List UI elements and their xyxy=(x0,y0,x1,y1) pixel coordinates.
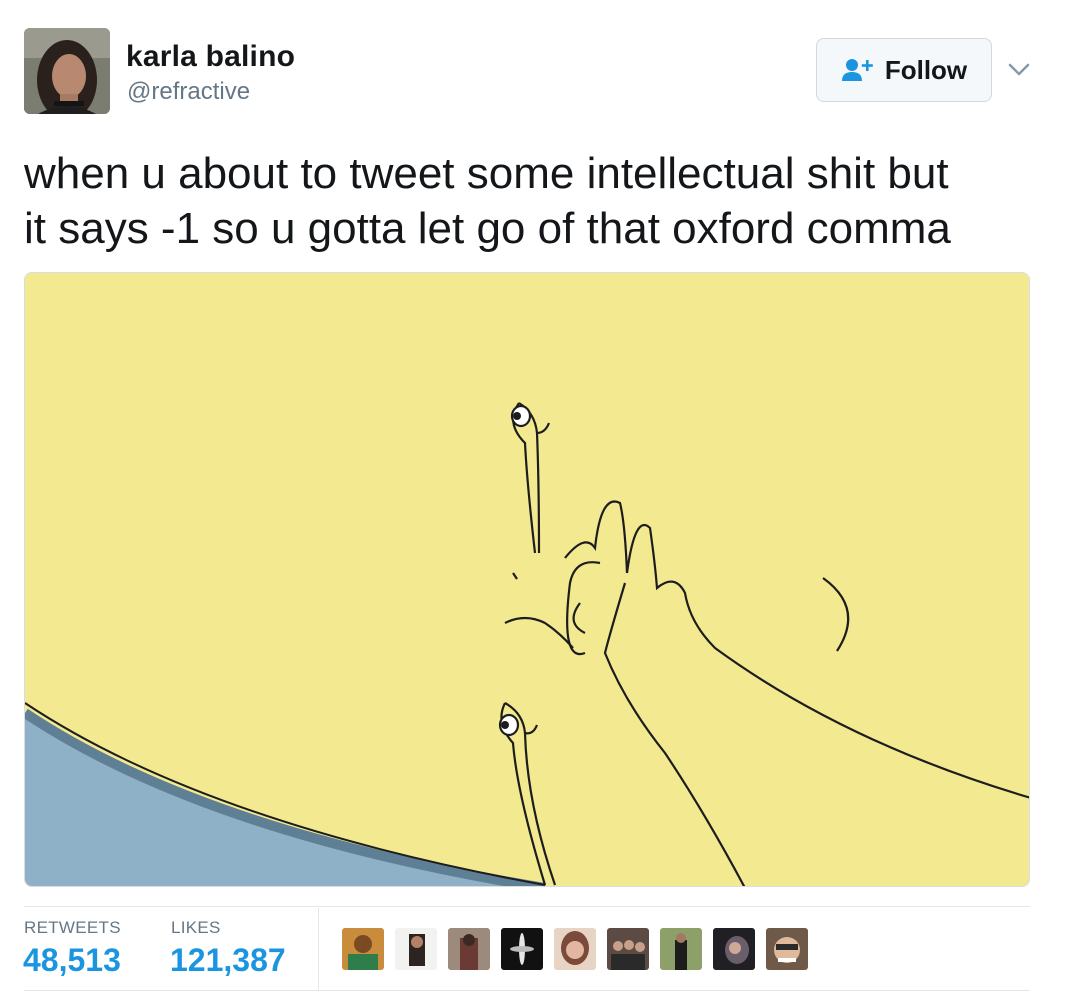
liker-avatar[interactable] xyxy=(342,928,384,970)
likers-avatar-list xyxy=(342,928,808,970)
liker-avatar[interactable] xyxy=(660,928,702,970)
likes-count[interactable]: 121,387 xyxy=(170,942,286,979)
liker-avatar-9-icon xyxy=(766,928,808,970)
follow-user-plus-icon xyxy=(841,59,873,81)
author-avatar-image xyxy=(24,28,110,114)
liker-avatar[interactable] xyxy=(448,928,490,970)
liker-avatar-6-icon xyxy=(607,928,649,970)
author-handle[interactable]: @refractive xyxy=(127,78,250,106)
likes-label: LIKES xyxy=(171,918,221,937)
liker-avatar[interactable] xyxy=(554,928,596,970)
tweet-text-line: when u about to tweet some intellectual … xyxy=(24,149,949,198)
liker-avatar[interactable] xyxy=(395,928,437,970)
liker-avatar-3-icon xyxy=(448,928,490,970)
tweet-text-line: it says -1 so u gotta let go of that oxf… xyxy=(24,204,951,253)
retweets-count[interactable]: 48,513 xyxy=(23,942,121,979)
author-name[interactable]: karla balino xyxy=(126,40,295,74)
stats-top-divider xyxy=(24,906,1030,907)
liker-avatar[interactable] xyxy=(766,928,808,970)
liker-avatar-4-icon xyxy=(501,928,543,970)
cartoon-illustration xyxy=(25,273,1029,886)
tweet-media-image[interactable] xyxy=(24,272,1030,887)
liker-avatar-2-icon xyxy=(395,928,437,970)
liker-avatar[interactable] xyxy=(501,928,543,970)
stats-bottom-divider xyxy=(24,990,1030,991)
liker-avatar[interactable] xyxy=(713,928,755,970)
liker-avatar-8-icon xyxy=(713,928,755,970)
stats-separator xyxy=(318,908,319,990)
follow-button-label: Follow xyxy=(884,54,968,85)
tweet-text: when u about to tweet some intellectual … xyxy=(24,146,1034,256)
chevron-down-icon[interactable] xyxy=(1006,56,1032,82)
follow-button[interactable]: Follow xyxy=(816,38,992,102)
retweets-label: RETWEETS xyxy=(24,918,121,937)
liker-avatar[interactable] xyxy=(607,928,649,970)
liker-avatar-7-icon xyxy=(660,928,702,970)
liker-avatar-1-icon xyxy=(342,928,384,970)
author-avatar[interactable] xyxy=(24,28,110,114)
liker-avatar-5-icon xyxy=(554,928,596,970)
